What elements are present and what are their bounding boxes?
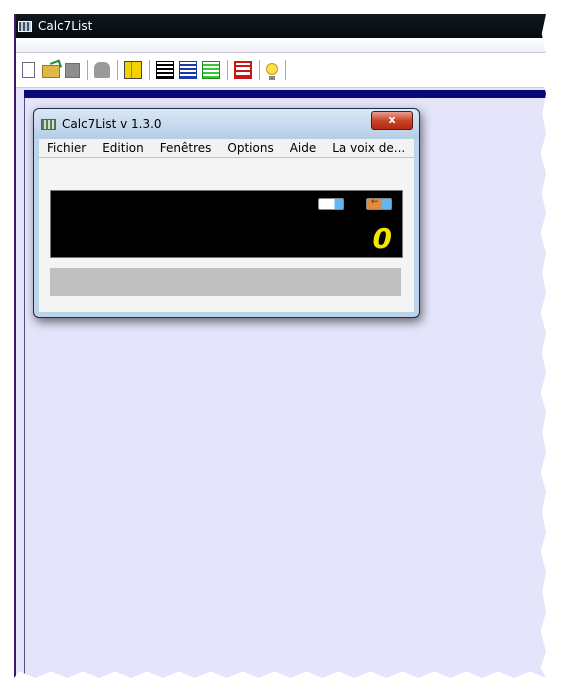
main-window-title: Calc7List <box>38 19 93 33</box>
calculator-icon[interactable] <box>124 61 142 79</box>
save-icon[interactable] <box>65 62 80 78</box>
backspace-button[interactable]: ← <box>366 197 392 210</box>
toolbar-separator <box>149 60 150 80</box>
main-titlebar[interactable]: Calc7List <box>14 14 546 38</box>
lightbulb-icon[interactable] <box>266 62 278 80</box>
toolbar-separator <box>259 60 260 80</box>
grid-black-icon[interactable] <box>156 61 174 79</box>
menu-aide[interactable]: Aide <box>282 141 325 155</box>
mdi-header-bar <box>24 90 546 98</box>
calc-status-bar <box>50 268 401 296</box>
menu-options[interactable]: Options <box>219 141 281 155</box>
display-value: 0 <box>372 222 392 255</box>
app-icon <box>18 20 32 32</box>
calc-window-title: Calc7List v 1.3.0 <box>62 117 162 131</box>
close-button[interactable]: x <box>371 111 413 130</box>
menu-fichier[interactable]: Fichier <box>39 141 94 155</box>
mdi-client-edge <box>24 98 25 678</box>
abacus-icon[interactable] <box>234 61 252 79</box>
toolbar-separator <box>285 60 286 80</box>
calc-display: ← 0 <box>50 190 403 258</box>
toolbar-separator <box>87 60 88 80</box>
calc-body: ← 0 <box>39 158 414 312</box>
calc-window: Calc7List v 1.3.0 x Fichier Edition Fenê… <box>33 108 420 318</box>
calc-app-icon <box>41 118 56 130</box>
menu-la-voix[interactable]: La voix de... <box>324 141 413 155</box>
toolbar <box>14 53 546 88</box>
toolbar-separator <box>227 60 228 80</box>
menu-edition[interactable]: Edition <box>94 141 152 155</box>
calc-menubar: Fichier Edition Fenêtres Options Aide La… <box>39 139 414 158</box>
toolbar-separator <box>117 60 118 80</box>
grid-green-icon[interactable] <box>202 61 220 79</box>
open-folder-icon[interactable] <box>42 65 60 78</box>
menu-strip <box>14 38 546 53</box>
display-toggle-button[interactable] <box>318 198 344 210</box>
print-icon[interactable] <box>94 62 110 78</box>
menu-fenetres[interactable]: Fenêtres <box>152 141 220 155</box>
arrow-left-icon: ← <box>371 197 379 207</box>
grid-blue-icon[interactable] <box>179 61 197 79</box>
new-file-icon[interactable] <box>22 62 35 78</box>
calc-titlebar[interactable]: Calc7List v 1.3.0 x <box>34 109 419 139</box>
